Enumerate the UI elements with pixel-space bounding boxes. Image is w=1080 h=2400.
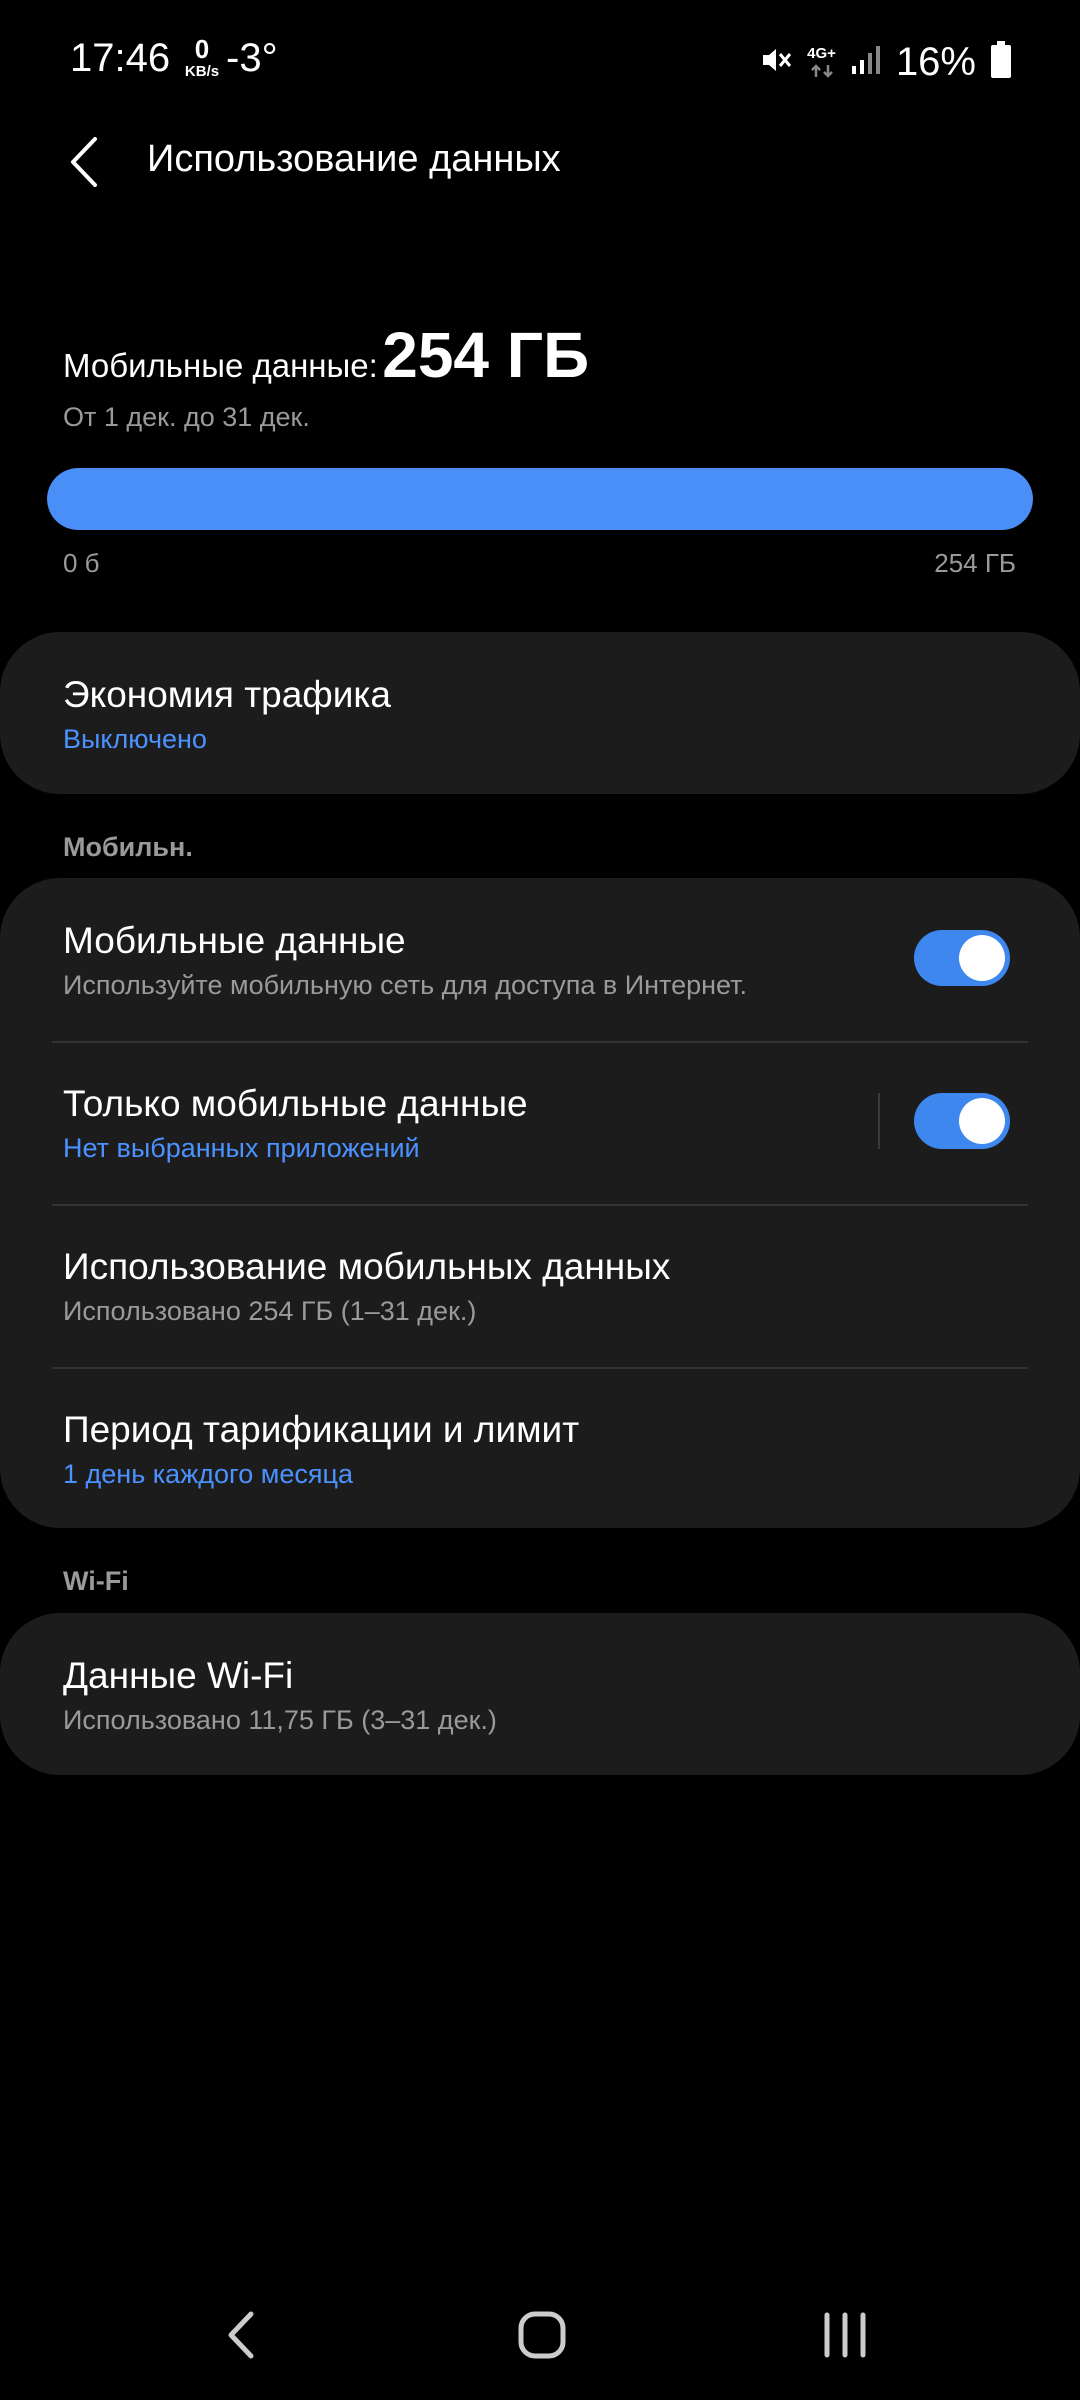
billing-cycle-title: Период тарификации и лимит [63,1409,580,1450]
mobile-only-subtitle: Нет выбранных приложений [63,1133,420,1163]
mobile-only-title: Только мобильные данные [63,1083,528,1124]
mobile-only-item[interactable]: Только мобильные данные Нет выбранных пр… [63,1083,850,1164]
usage-progress-fill [47,468,1033,530]
mobile-usage-subtitle: Использовано 254 ГБ (1–31 дек.) [63,1296,477,1326]
billing-cycle-item[interactable]: Период тарификации и лимит 1 день каждог… [63,1409,1017,1490]
data-saver-title: Экономия трафика [63,674,391,715]
wifi-data-subtitle: Использовано 11,75 ГБ (3–31 дек.) [63,1705,497,1735]
divider [52,1204,1028,1206]
progress-min-label: 0 б [63,548,100,578]
nav-back-icon [228,2311,254,2359]
mobile-only-toggle[interactable] [914,1093,1010,1149]
network-speed-unit: KB/s [184,63,220,80]
section-label-wifi: Wi-Fi [63,1566,129,1596]
page-title: Использование данных [147,138,561,180]
mobile-data-title: Мобильные данные [63,920,406,961]
nav-back-button[interactable] [196,2290,286,2380]
network-type-label: 4G+ [807,44,836,62]
mobile-data-subtitle: Используйте мобильную сеть для доступа в… [63,970,748,1000]
toggle-knob [959,1098,1005,1144]
data-saver-card[interactable]: Экономия трафика Выключено [0,632,1080,794]
battery-icon [990,40,1012,84]
section-label-mobile: Мобильн. [63,832,193,862]
data-saver-status: Выключено [63,724,207,754]
mobile-usage-item[interactable]: Использование мобильных данных Использов… [63,1246,1017,1327]
battery-percent: 16% [895,39,976,84]
mobile-usage-title: Использование мобильных данных [63,1246,671,1287]
mobile-data-toggle[interactable] [914,930,1010,986]
usage-summary: Мобильные данные: 254 ГБ [63,318,589,392]
vibrate-mute-icon [759,43,793,82]
mobile-data-item[interactable]: Мобильные данные Используйте мобильную с… [63,920,850,1001]
usage-progress-bar [47,468,1033,530]
vertical-separator [878,1093,880,1149]
divider [52,1041,1028,1043]
nav-recents-icon [824,2312,866,2358]
back-button[interactable] [56,126,112,198]
usage-label: Мобильные данные: [63,347,378,384]
status-time: 17:46 [70,36,171,80]
signal-icon [850,44,882,81]
network-speed-value: 0 [194,34,210,64]
wifi-data-title: Данные Wi-Fi [63,1655,294,1696]
usage-value: 254 ГБ [382,319,590,391]
nav-recents-button[interactable] [800,2290,890,2380]
progress-max-label: 254 ГБ [934,548,1016,578]
billing-cycle-subtitle: 1 день каждого месяца [63,1459,353,1489]
usage-period: От 1 дек. до 31 дек. [63,402,310,432]
divider [52,1367,1028,1369]
network-speed: 0 KB/s [180,36,224,79]
data-saver-item[interactable]: Экономия трафика Выключено [63,674,1017,755]
nav-home-button[interactable] [497,2290,587,2380]
wifi-card[interactable]: Данные Wi-Fi Использовано 11,75 ГБ (3–31… [0,1613,1080,1775]
mobile-card: Мобильные данные Используйте мобильную с… [0,878,1080,1528]
wifi-data-item[interactable]: Данные Wi-Fi Использовано 11,75 ГБ (3–31… [63,1655,1017,1736]
temperature: -3° [226,36,278,80]
toggle-knob [959,935,1005,981]
status-icons: 4G+ 16% [759,34,1012,90]
nav-home-icon [518,2311,566,2359]
chevron-left-icon [71,137,97,187]
network-type-icon: 4G+ [807,46,836,79]
